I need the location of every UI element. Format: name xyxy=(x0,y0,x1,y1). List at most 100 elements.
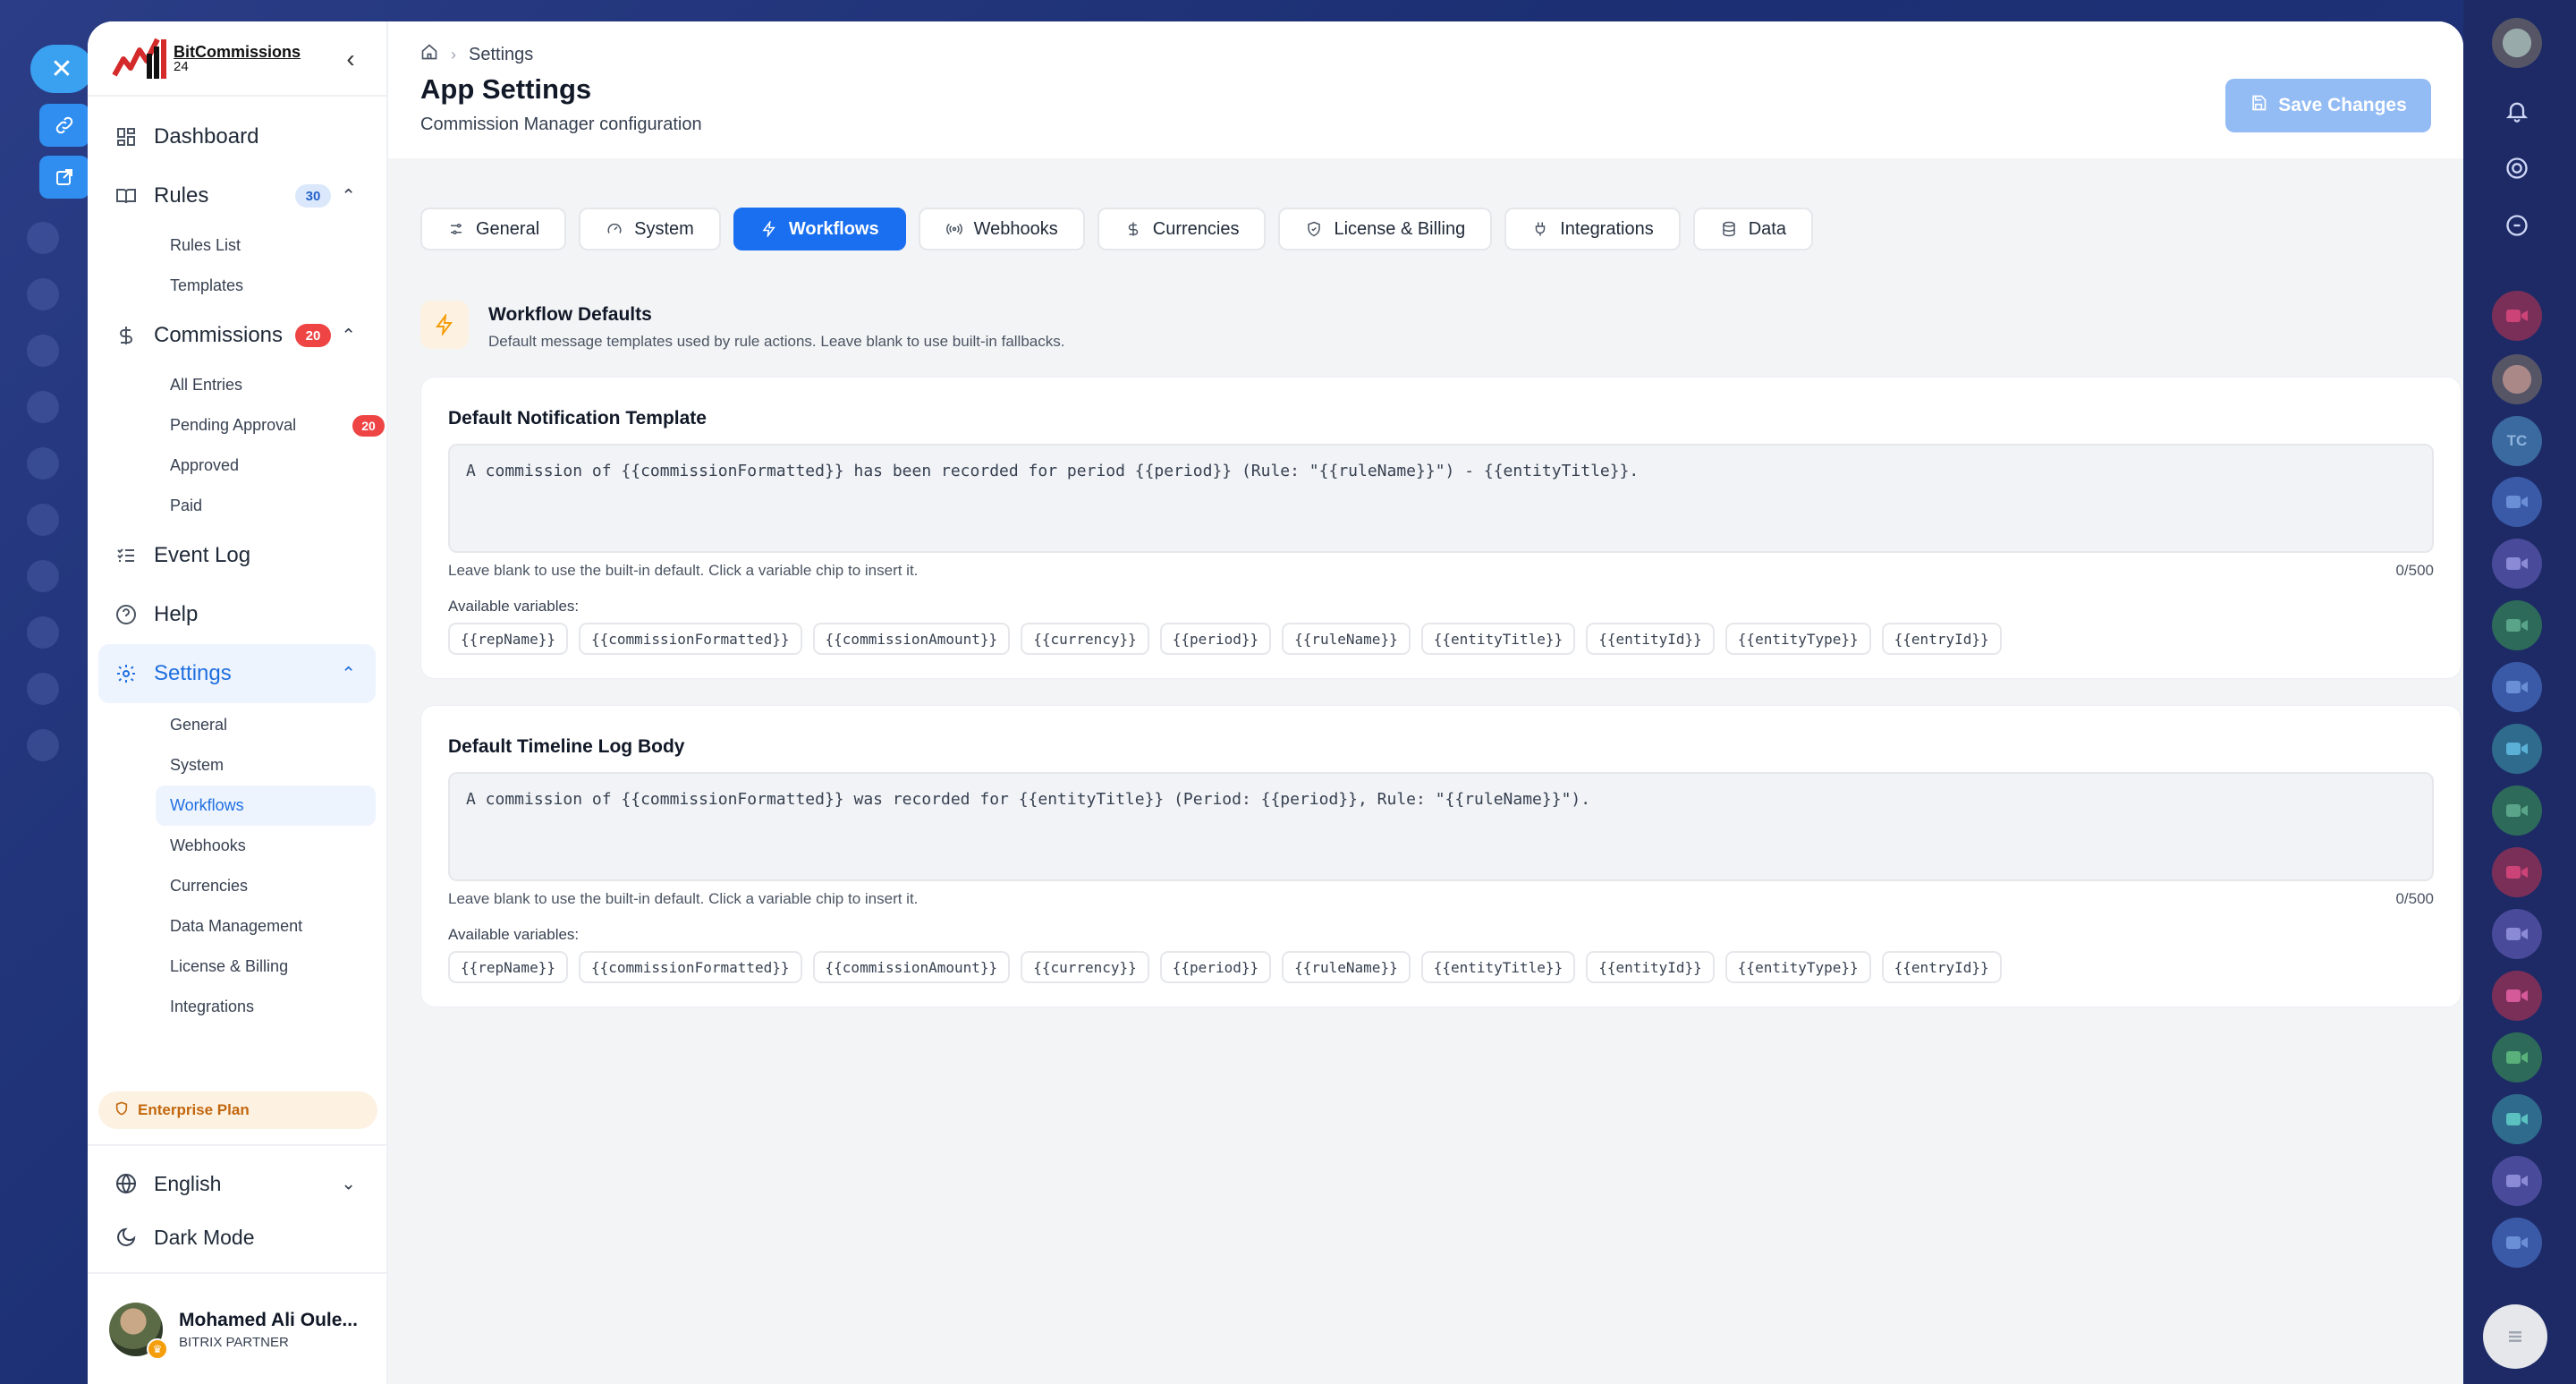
nav-label: Dashboard xyxy=(154,124,259,149)
sidebar-item-currencies[interactable]: Currencies xyxy=(163,866,376,906)
variables-label: Available variables: xyxy=(448,926,580,943)
sidebar-item-paid[interactable]: Paid xyxy=(163,486,376,526)
tab-label: Data xyxy=(1748,218,1786,239)
tab-general[interactable]: General xyxy=(420,208,567,250)
sidebar-item-pending-approval[interactable]: Pending Approval 20 xyxy=(163,405,385,446)
variable-chip[interactable]: {{entityId}} xyxy=(1586,623,1715,655)
sidebar-item-license-billing[interactable]: License & Billing xyxy=(163,947,376,987)
video-call-icon[interactable] xyxy=(2492,1032,2542,1083)
timeline-log-textarea[interactable]: A commission of {{commissionFormatted}} … xyxy=(448,772,2434,881)
variable-chip[interactable]: {{commissionAmount}} xyxy=(812,623,1011,655)
language-select[interactable]: English ⌄ xyxy=(98,1157,376,1210)
logo-icon xyxy=(111,34,170,82)
variable-chip[interactable]: {{currency}} xyxy=(1021,951,1149,983)
variable-chip[interactable]: {{period}} xyxy=(1159,623,1272,655)
video-call-icon[interactable] xyxy=(2492,1094,2542,1144)
variable-chip[interactable]: {{entityType}} xyxy=(1724,951,1871,983)
variable-chip[interactable]: {{entityType}} xyxy=(1724,623,1871,655)
sidebar-item-data-management[interactable]: Data Management xyxy=(163,906,376,947)
tab-label: General xyxy=(476,218,540,239)
video-call-icon[interactable] xyxy=(2492,1156,2542,1206)
tab-license-billing[interactable]: License & Billing xyxy=(1278,208,1493,250)
video-call-icon[interactable] xyxy=(2492,539,2542,589)
tab-workflows[interactable]: Workflows xyxy=(733,208,906,250)
video-call-icon[interactable] xyxy=(2492,477,2542,527)
tab-webhooks[interactable]: Webhooks xyxy=(918,208,1085,250)
tab-system[interactable]: System xyxy=(579,208,721,250)
menu-icon[interactable] xyxy=(2483,1304,2547,1369)
variable-chips: {{repName}} {{commissionFormatted}} {{co… xyxy=(448,623,2434,655)
grid-icon xyxy=(114,125,138,149)
nav-commissions[interactable]: Commissions 20 ⌃ xyxy=(98,306,376,365)
video-call-icon[interactable] xyxy=(2492,662,2542,712)
link-icon[interactable] xyxy=(39,104,89,147)
variable-chip[interactable]: {{ruleName}} xyxy=(1282,623,1411,655)
video-call-icon[interactable] xyxy=(2492,600,2542,650)
nav-event-log[interactable]: Event Log xyxy=(98,526,376,585)
variable-chip[interactable]: {{repName}} xyxy=(448,623,568,655)
dark-mode-toggle[interactable]: Dark Mode xyxy=(98,1210,376,1264)
sidebar-item-integrations[interactable]: Integrations xyxy=(163,987,376,1027)
gauge-icon xyxy=(606,220,623,238)
nav-help[interactable]: Help xyxy=(98,585,376,644)
close-icon[interactable]: ✕ xyxy=(30,45,93,93)
chevron-up-icon[interactable]: ⌃ xyxy=(341,663,356,685)
variable-chip[interactable]: {{entryId}} xyxy=(1881,623,2002,655)
nav-settings[interactable]: Settings ⌃ xyxy=(98,644,376,703)
tab-data[interactable]: Data xyxy=(1692,208,1813,250)
save-changes-button[interactable]: Save Changes xyxy=(2225,79,2431,132)
contact-initials-avatar[interactable]: TC xyxy=(2492,416,2542,466)
char-counter: 0/500 xyxy=(2395,562,2434,579)
bell-icon[interactable] xyxy=(2492,86,2542,136)
sidebar-item-workflows[interactable]: Workflows xyxy=(156,785,376,826)
notification-template-textarea[interactable]: A commission of {{commissionFormatted}} … xyxy=(448,444,2434,553)
video-call-icon[interactable] xyxy=(2492,847,2542,897)
variable-chip[interactable]: {{period}} xyxy=(1159,951,1272,983)
variable-chip[interactable]: {{ruleName}} xyxy=(1282,951,1411,983)
variable-chip[interactable]: {{entityTitle}} xyxy=(1420,623,1576,655)
tab-currencies[interactable]: Currencies xyxy=(1097,208,1267,250)
sidebar-item-system[interactable]: System xyxy=(163,745,376,785)
nav-label: Help xyxy=(154,602,199,626)
chevron-up-icon[interactable]: ⌃ xyxy=(341,185,356,208)
sidebar-item-general[interactable]: General xyxy=(163,705,376,745)
nav-dashboard[interactable]: Dashboard xyxy=(98,107,376,166)
video-call-icon[interactable] xyxy=(2492,785,2542,836)
variable-chip[interactable]: {{entityTitle}} xyxy=(1420,951,1576,983)
external-link-icon[interactable] xyxy=(39,156,89,199)
video-call-icon[interactable] xyxy=(2492,291,2542,341)
sidebar-item-approved[interactable]: Approved xyxy=(163,446,376,486)
chat-search-icon[interactable] xyxy=(2492,200,2542,250)
video-call-icon[interactable] xyxy=(2492,971,2542,1021)
home-icon[interactable] xyxy=(420,43,438,66)
variable-chip[interactable]: {{entityId}} xyxy=(1586,951,1715,983)
video-call-icon[interactable] xyxy=(2492,724,2542,774)
save-icon xyxy=(2250,94,2267,117)
variable-chip[interactable]: {{commissionFormatted}} xyxy=(578,951,802,983)
variable-chip[interactable]: {{entryId}} xyxy=(1881,951,2002,983)
user-avatar[interactable] xyxy=(2492,18,2542,68)
moon-icon xyxy=(114,1226,138,1249)
variable-chip[interactable]: {{repName}} xyxy=(448,951,568,983)
char-counter: 0/500 xyxy=(2395,890,2434,907)
user-profile[interactable]: ♛ Mohamed Ali Oule... BITRIX PARTNER xyxy=(88,1272,386,1384)
brand-logo: BitCommissions 24 ‹ xyxy=(88,21,386,97)
sidebar-item-templates[interactable]: Templates xyxy=(163,266,376,306)
video-call-icon[interactable] xyxy=(2492,1218,2542,1268)
nav-rules[interactable]: Rules 30 ⌃ xyxy=(98,166,376,225)
sidebar-item-webhooks[interactable]: Webhooks xyxy=(163,826,376,866)
chevron-up-icon[interactable]: ⌃ xyxy=(341,325,356,347)
contact-avatar[interactable] xyxy=(2492,354,2542,404)
video-call-icon[interactable] xyxy=(2492,909,2542,959)
tab-integrations[interactable]: Integrations xyxy=(1504,208,1681,250)
help-text: Leave blank to use the built-in default.… xyxy=(448,562,919,579)
sidebar-item-all-entries[interactable]: All Entries xyxy=(163,365,376,405)
variable-chip[interactable]: {{commissionFormatted}} xyxy=(578,623,802,655)
collapse-sidebar-button[interactable]: ‹ xyxy=(336,45,365,73)
list-check-icon xyxy=(114,544,138,567)
variable-chip[interactable]: {{currency}} xyxy=(1021,623,1149,655)
variable-chip[interactable]: {{commissionAmount}} xyxy=(812,951,1011,983)
pulse-icon[interactable] xyxy=(2492,143,2542,193)
sidebar-item-rules-list[interactable]: Rules List xyxy=(163,225,376,266)
right-messenger-rail: TC xyxy=(2463,0,2576,1384)
